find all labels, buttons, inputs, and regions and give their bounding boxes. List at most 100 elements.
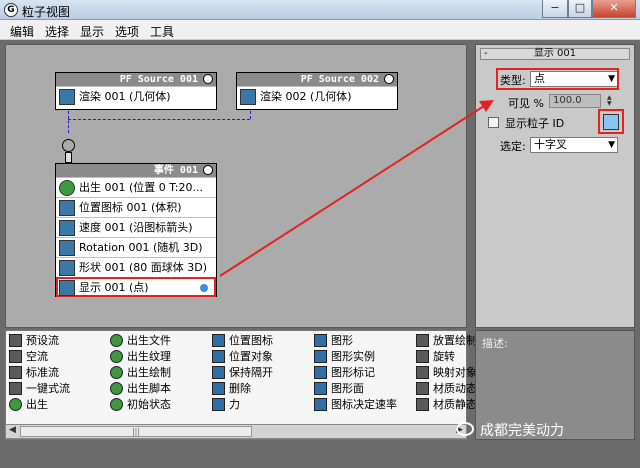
- wire-vertical: [68, 111, 69, 133]
- node-header[interactable]: PF Source 001: [56, 73, 216, 86]
- depot-item[interactable]: 映射对象: [416, 365, 477, 380]
- node-row[interactable]: 渲染 001 (几何体): [56, 86, 216, 106]
- depot-item[interactable]: 材质静态: [416, 397, 477, 412]
- pf-source-002-node[interactable]: PF Source 002 渲染 002 (几何体): [236, 72, 398, 110]
- depot-item[interactable]: 标准流: [9, 365, 59, 380]
- material-dynamic-icon: [416, 382, 429, 395]
- depot-item[interactable]: 放置绘制: [416, 333, 477, 348]
- node-header[interactable]: 事件 001: [56, 164, 216, 177]
- particle-view-canvas[interactable]: PF Source 001 渲染 001 (几何体) PF Source 002…: [5, 44, 467, 328]
- depot-item[interactable]: 位置图标: [212, 333, 273, 348]
- depot-item[interactable]: 出生文件: [110, 333, 171, 348]
- light-bulb-icon[interactable]: [203, 74, 213, 84]
- event-001-node[interactable]: 事件 001 出生 001 (位置 0 T:20... 位置图标 001 (体积…: [55, 163, 217, 297]
- node-row[interactable]: 渲染 002 (几何体): [237, 86, 397, 106]
- depot-item[interactable]: 图标决定速率: [314, 397, 397, 412]
- visible-percent-spinner[interactable]: 100.0: [549, 94, 601, 108]
- depot-item[interactable]: 保持隔开: [212, 365, 273, 380]
- depot-item[interactable]: 初始状态: [110, 397, 171, 412]
- title-bar: G 粒子视图 − □ ✕: [0, 0, 640, 20]
- menu-tools[interactable]: 工具: [150, 23, 174, 40]
- menu-display[interactable]: 显示: [80, 23, 104, 40]
- event-row-shape[interactable]: 形状 001 (80 面球体 3D): [56, 257, 216, 277]
- event-row-display[interactable]: 显示 001 (点): [56, 277, 216, 297]
- depot-item[interactable]: 删除: [212, 381, 251, 396]
- depot-item[interactable]: 力: [212, 397, 240, 412]
- input-connector[interactable]: [65, 152, 72, 163]
- empty-flow-icon: [9, 350, 22, 363]
- depot-scrollbar[interactable]: ◀ ||| ▶: [5, 424, 467, 439]
- node-title: PF Source 002: [300, 74, 379, 85]
- spinner-arrows-icon[interactable]: ▲ ▼: [607, 95, 612, 107]
- depot-item[interactable]: 材质动态: [416, 381, 477, 396]
- node-header[interactable]: PF Source 002: [237, 73, 397, 86]
- depot-item[interactable]: 出生脚本: [110, 381, 171, 396]
- depot-item[interactable]: 旋转: [416, 349, 455, 364]
- rotation-icon: [59, 240, 75, 256]
- scrollbar-thumb[interactable]: |||: [20, 426, 252, 437]
- event-row-position-icon[interactable]: 位置图标 001 (体积): [56, 197, 216, 217]
- row-label: 渲染 001 (几何体): [79, 90, 171, 103]
- collapse-toggle[interactable]: -: [484, 49, 488, 59]
- birth-icon: [9, 398, 22, 411]
- wire-source2: [250, 111, 251, 119]
- row-label: 显示 001 (点): [79, 281, 149, 294]
- type-highlight-box: [496, 68, 619, 90]
- row-label: 位置图标 001 (体积): [79, 201, 182, 214]
- show-particle-id-checkbox[interactable]: [488, 117, 499, 128]
- node-title: PF Source 001: [119, 74, 198, 85]
- app-icon[interactable]: G: [4, 3, 18, 17]
- depot-item[interactable]: 图形面: [314, 381, 364, 396]
- menu-edit[interactable]: 编辑: [10, 23, 34, 40]
- row-label: 渲染 002 (几何体): [260, 90, 352, 103]
- depot-item[interactable]: 图形实例: [314, 349, 375, 364]
- depot-item[interactable]: 图形标记: [314, 365, 375, 380]
- material-static-icon: [416, 398, 429, 411]
- maximize-button[interactable]: □: [568, 0, 592, 18]
- depot-item[interactable]: 位置对象: [212, 349, 273, 364]
- row-label: 形状 001 (80 面球体 3D): [79, 261, 208, 274]
- display-icon: [59, 280, 75, 296]
- depot-item[interactable]: 一键式流: [9, 381, 70, 396]
- position-object-icon: [212, 350, 225, 363]
- birth-icon: [59, 180, 75, 196]
- depot-item[interactable]: 出生绘制: [110, 365, 171, 380]
- depot-item[interactable]: 出生: [9, 397, 48, 412]
- display-rollout-header[interactable]: - 显示 001: [480, 48, 630, 60]
- pf-source-001-node[interactable]: PF Source 001 渲染 001 (几何体): [55, 72, 217, 110]
- menu-bar: 编辑 选择 显示 选项 工具: [0, 20, 640, 40]
- menu-select[interactable]: 选择: [45, 23, 69, 40]
- chevron-down-icon: ▼: [608, 140, 615, 150]
- event-row-rotation[interactable]: Rotation 001 (随机 3D): [56, 237, 216, 257]
- selected-dropdown[interactable]: 十字叉 ▼: [530, 137, 618, 153]
- render-icon: [240, 89, 256, 105]
- depot-item[interactable]: 图形: [314, 333, 353, 348]
- birth-script-icon: [110, 382, 123, 395]
- scroll-left-icon[interactable]: ◀: [9, 425, 16, 435]
- event-row-birth[interactable]: 出生 001 (位置 0 T:20...: [56, 177, 216, 197]
- depot-item[interactable]: 预设流: [9, 333, 59, 348]
- menu-options[interactable]: 选项: [115, 23, 139, 40]
- one-click-flow-icon: [9, 382, 22, 395]
- light-bulb-icon[interactable]: [384, 74, 394, 84]
- position-icon-icon: [212, 334, 225, 347]
- depot-item[interactable]: 出生纹理: [110, 349, 171, 364]
- birth-texture-icon: [110, 350, 123, 363]
- shape-mark-icon: [314, 366, 327, 379]
- depot-item[interactable]: 空流: [9, 349, 48, 364]
- position-icon: [59, 200, 75, 216]
- birth-file-icon: [110, 334, 123, 347]
- display-color-dot: [200, 284, 208, 292]
- light-bulb-icon[interactable]: [203, 165, 213, 175]
- render-icon: [59, 89, 75, 105]
- input-socket[interactable]: [62, 139, 75, 152]
- wechat-icon: [456, 422, 474, 436]
- close-button[interactable]: ✕: [592, 0, 636, 18]
- minimize-button[interactable]: −: [542, 0, 568, 18]
- event-row-speed[interactable]: 速度 001 (沿图标箭头): [56, 217, 216, 237]
- show-particle-id-label: 显示粒子 ID: [505, 117, 565, 130]
- shape-instance-icon: [314, 350, 327, 363]
- delete-icon: [212, 382, 225, 395]
- description-label: 描述:: [482, 337, 508, 350]
- placement-paint-icon: [416, 334, 429, 347]
